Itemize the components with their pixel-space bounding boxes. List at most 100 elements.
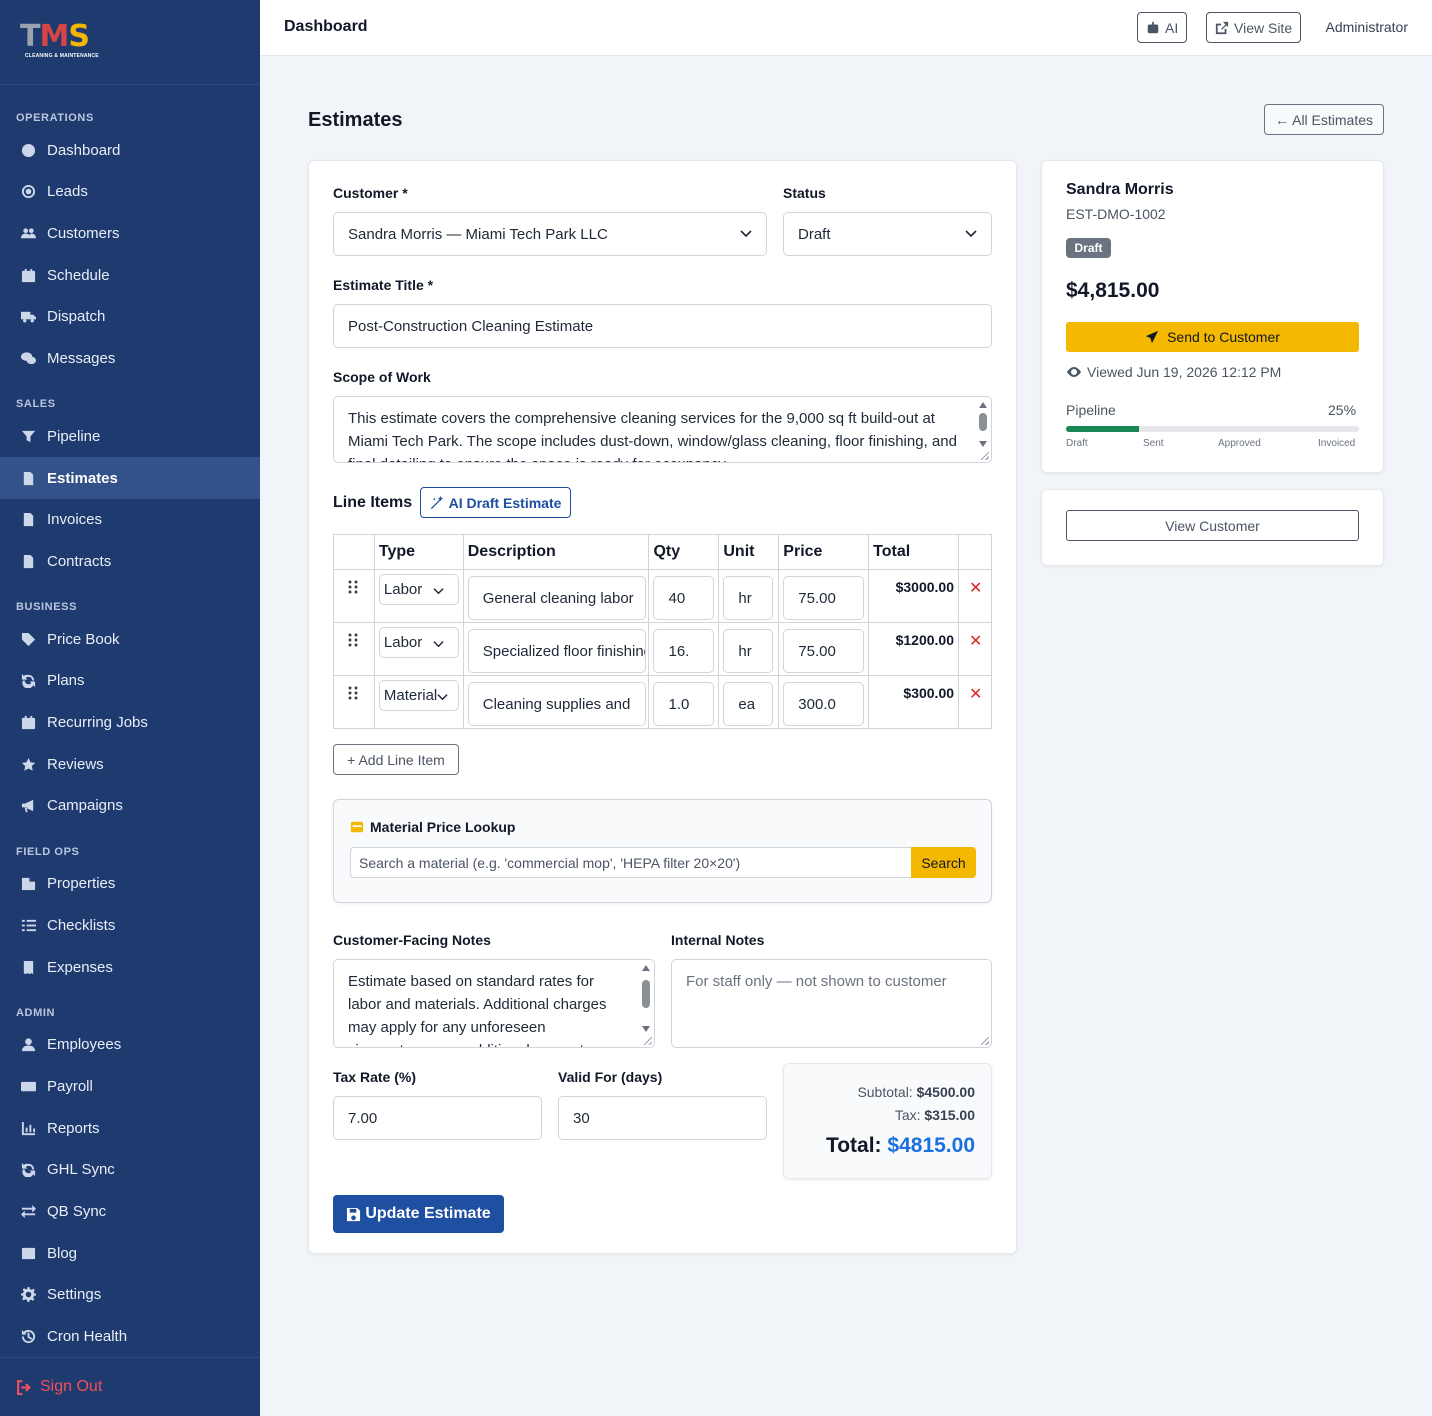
- line-type-select[interactable]: Labor: [378, 627, 459, 658]
- summary-customer-name: Sandra Morris: [1066, 181, 1174, 198]
- user-menu[interactable]: Administrator: [1326, 19, 1408, 35]
- logo[interactable]: TMS CLEANING & MAINTENANCE: [0, 0, 260, 85]
- sidebar-item-customers[interactable]: Customers: [0, 212, 260, 254]
- resize-handle[interactable]: [644, 1037, 652, 1045]
- tax-rate-input[interactable]: 7.00: [333, 1096, 542, 1140]
- delete-line-icon[interactable]: ✕: [969, 684, 982, 704]
- line-description-input[interactable]: Specialized floor finishing: [467, 629, 646, 673]
- line-qty-input[interactable]: 40: [653, 576, 715, 620]
- delete-line-icon[interactable]: ✕: [969, 631, 982, 651]
- sidebar-item-qb-sync[interactable]: QB Sync: [0, 1190, 260, 1232]
- drag-handle-icon[interactable]: [348, 580, 358, 594]
- line-type-select[interactable]: Material: [378, 680, 459, 711]
- receipt-icon: [20, 959, 36, 975]
- sync-icon: [20, 1161, 36, 1177]
- sidebar-item-dispatch[interactable]: Dispatch: [0, 295, 260, 337]
- scrollbar[interactable]: [977, 399, 989, 448]
- line-qty-input[interactable]: 1.0: [653, 682, 715, 726]
- sidebar-item-reviews[interactable]: Reviews: [0, 743, 260, 785]
- summary-estimate-id: EST-DMO-1002: [1066, 206, 1166, 222]
- sidebar-item-dashboard[interactable]: Dashboard: [0, 129, 260, 171]
- sidebar-item-contracts[interactable]: Contracts: [0, 540, 260, 582]
- target-icon: [20, 183, 36, 199]
- scope-textarea[interactable]: This estimate covers the comprehensive c…: [333, 396, 992, 463]
- list-check-icon: [20, 917, 36, 933]
- valid-for-input[interactable]: 30: [558, 1096, 767, 1140]
- delete-line-icon[interactable]: ✕: [969, 578, 982, 598]
- sidebar-item-checklists[interactable]: Checklists: [0, 904, 260, 946]
- line-description-input[interactable]: Cleaning supplies and: [467, 682, 646, 726]
- logo-mark: TMS: [20, 19, 90, 54]
- sidebar-item-properties[interactable]: Properties: [0, 862, 260, 904]
- eye-icon: [1067, 367, 1081, 377]
- sidebar-item-pipeline[interactable]: Pipeline: [0, 415, 260, 457]
- table-row: Labor General cleaning labor 40 hr 75.00…: [333, 569, 992, 623]
- magic-wand-icon: [430, 495, 443, 509]
- ai-button[interactable]: AI: [1137, 12, 1188, 43]
- line-unit-input[interactable]: hr: [723, 629, 774, 673]
- view-customer-button[interactable]: View Customer: [1066, 510, 1359, 541]
- drag-handle-icon[interactable]: [348, 686, 358, 700]
- view-site-button[interactable]: View Site: [1206, 12, 1302, 43]
- sidebar-item-messages[interactable]: Messages: [0, 337, 260, 379]
- estimate-title-input[interactable]: Post-Construction Cleaning Estimate: [333, 304, 992, 348]
- users-icon: [20, 225, 36, 241]
- calendar-icon: [20, 267, 36, 283]
- scrollbar[interactable]: [640, 962, 652, 1033]
- sidebar-item-recurring-jobs[interactable]: Recurring Jobs: [0, 701, 260, 743]
- line-price-input[interactable]: 75.00: [783, 629, 865, 673]
- internal-notes-textarea[interactable]: For staff only — not shown to customer: [671, 959, 992, 1048]
- sidebar-item-employees[interactable]: Employees: [0, 1023, 260, 1065]
- sidebar-item-estimates[interactable]: Estimates: [0, 457, 260, 499]
- chart-icon: [20, 1120, 36, 1136]
- column-header-qty: Qty: [648, 534, 720, 570]
- sidebar-item-schedule[interactable]: Schedule: [0, 254, 260, 296]
- update-estimate-button[interactable]: Update Estimate: [333, 1195, 504, 1233]
- sidebar-item-leads[interactable]: Leads: [0, 170, 260, 212]
- sidebar-item-settings[interactable]: Settings: [0, 1273, 260, 1315]
- save-icon: [347, 1207, 361, 1221]
- line-items-label: Line Items: [333, 494, 413, 511]
- resize-handle[interactable]: [981, 452, 989, 460]
- pipeline-percent: 25%: [1328, 402, 1357, 418]
- material-search-button[interactable]: Search: [911, 847, 976, 878]
- invoice-icon: [20, 511, 36, 527]
- customer-notes-textarea[interactable]: Estimate based on standard rates for lab…: [333, 959, 655, 1048]
- resize-handle[interactable]: [981, 1037, 989, 1045]
- add-line-item-button[interactable]: + Add Line Item: [333, 744, 459, 775]
- line-price-input[interactable]: 75.00: [783, 576, 865, 620]
- line-qty-input[interactable]: 16.: [653, 629, 715, 673]
- line-unit-input[interactable]: ea: [723, 682, 774, 726]
- line-description-input[interactable]: General cleaning labor: [467, 576, 646, 620]
- sidebar-item-ghl-sync[interactable]: GHL Sync: [0, 1148, 260, 1190]
- sidebar-item-reports[interactable]: Reports: [0, 1107, 260, 1149]
- line-type-select[interactable]: Labor: [378, 574, 459, 605]
- material-search-input[interactable]: Search a material (e.g. 'commercial mop'…: [350, 847, 911, 878]
- sidebar-item-cron-health[interactable]: Cron Health: [0, 1315, 260, 1357]
- calendar-check-icon: [20, 714, 36, 730]
- column-header-handle: [333, 534, 375, 570]
- user-icon: [20, 1036, 36, 1052]
- drag-handle-icon[interactable]: [348, 633, 358, 647]
- sidebar-item-campaigns[interactable]: Campaigns: [0, 784, 260, 826]
- tax-line: Tax: $315.00: [894, 1107, 975, 1123]
- all-estimates-button[interactable]: ← All Estimates: [1264, 104, 1384, 135]
- ai-draft-estimate-button[interactable]: AI Draft Estimate: [420, 487, 571, 518]
- status-select[interactable]: Draft: [783, 212, 992, 256]
- star-icon: [20, 756, 36, 772]
- sidebar-item-expenses[interactable]: Expenses: [0, 946, 260, 988]
- sign-out-button[interactable]: Sign Out: [0, 1357, 260, 1416]
- filter-icon: [20, 428, 36, 444]
- scope-label: Scope of Work: [333, 369, 431, 385]
- sidebar-item-price-book[interactable]: Price Book: [0, 618, 260, 660]
- column-header-unit: Unit: [718, 534, 780, 570]
- sidebar-item-blog[interactable]: Blog: [0, 1232, 260, 1274]
- sidebar-item-plans[interactable]: Plans: [0, 659, 260, 701]
- sidebar-item-invoices[interactable]: Invoices: [0, 498, 260, 540]
- line-unit-input[interactable]: hr: [723, 576, 774, 620]
- send-to-customer-button[interactable]: Send to Customer: [1066, 322, 1359, 352]
- column-header-price: Price: [778, 534, 870, 570]
- customer-select[interactable]: Sandra Morris — Miami Tech Park LLC: [333, 212, 767, 256]
- sidebar-item-payroll[interactable]: Payroll: [0, 1065, 260, 1107]
- line-price-input[interactable]: 300.0: [783, 682, 865, 726]
